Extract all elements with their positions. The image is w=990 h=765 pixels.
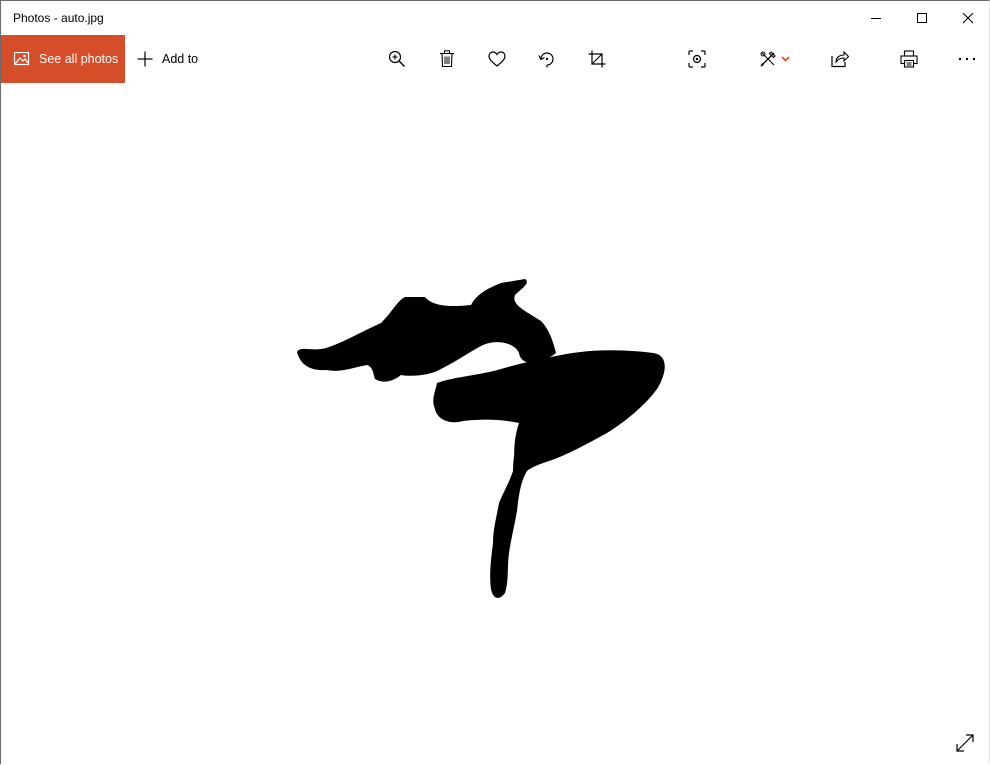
zoom-button[interactable] xyxy=(377,35,417,83)
fullscreen-button[interactable] xyxy=(953,731,977,755)
title-bar: Photos - auto.jpg xyxy=(1,1,989,35)
crop-button[interactable] xyxy=(577,35,617,83)
favorite-heart-icon xyxy=(488,51,506,67)
displayed-photo xyxy=(297,279,665,598)
see-all-photos-label: See all photos xyxy=(39,52,119,66)
image-canvas[interactable] xyxy=(1,83,989,765)
print-icon xyxy=(900,50,918,68)
maximize-icon xyxy=(917,13,927,23)
brush-stroke-main xyxy=(433,350,665,475)
delete-icon xyxy=(440,50,454,68)
zoom-in-icon xyxy=(388,50,405,67)
plus-icon xyxy=(137,51,153,67)
more-options-icon xyxy=(958,57,976,61)
delete-button[interactable] xyxy=(427,35,467,83)
visual-search-button[interactable] xyxy=(677,35,717,83)
share-icon xyxy=(831,50,849,68)
command-bar: See all photos Add to xyxy=(1,35,989,83)
more-options-button[interactable] xyxy=(947,35,987,83)
photo-gallery-icon xyxy=(14,52,30,66)
window-title: Photos - auto.jpg xyxy=(13,11,104,25)
edit-draw-icon xyxy=(760,51,776,67)
chevron-down-icon xyxy=(780,56,790,62)
close-icon xyxy=(962,12,974,24)
crop-icon xyxy=(588,50,606,68)
print-button[interactable] xyxy=(889,35,929,83)
minimize-button[interactable] xyxy=(853,1,899,35)
photos-app-window: Photos - auto.jpg See all photos Add to xyxy=(0,0,990,765)
edit-create-button[interactable] xyxy=(749,35,799,83)
rotate-button[interactable] xyxy=(527,35,567,83)
favorite-button[interactable] xyxy=(477,35,517,83)
visual-search-icon xyxy=(688,50,706,68)
close-button[interactable] xyxy=(945,1,990,35)
share-button[interactable] xyxy=(820,35,860,83)
fullscreen-expand-icon xyxy=(956,734,974,752)
minimize-icon xyxy=(871,18,881,19)
brush-stroke-tail xyxy=(490,423,549,598)
rotate-icon xyxy=(538,52,554,68)
add-to-label: Add to xyxy=(162,52,199,66)
maximize-button[interactable] xyxy=(899,1,945,35)
see-all-photos-button[interactable]: See all photos xyxy=(1,35,125,83)
add-to-button[interactable]: Add to xyxy=(137,35,198,83)
